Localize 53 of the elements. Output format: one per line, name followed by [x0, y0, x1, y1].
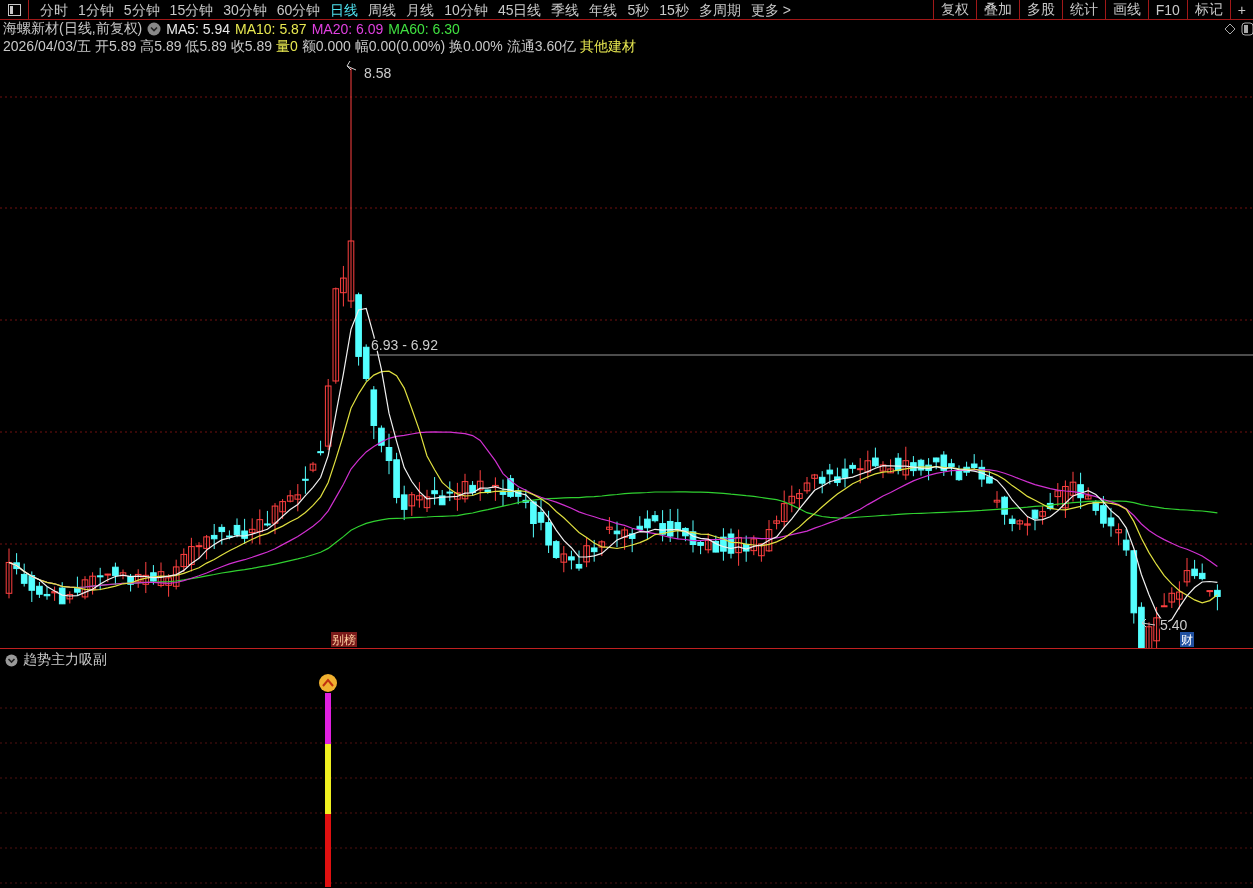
toggle-icon[interactable]	[1241, 22, 1253, 36]
quote-item: 换0.00%	[449, 38, 503, 56]
period-tab[interactable]: 多周期	[693, 0, 746, 19]
quote-item: 量0	[275, 38, 298, 56]
toolbar-button[interactable]: F10	[1147, 0, 1187, 19]
pointer-icon	[346, 60, 357, 71]
period-tab[interactable]: 5分钟	[118, 0, 165, 19]
toolbar-button[interactable]: 统计	[1061, 0, 1105, 19]
quote-item: 额0.000	[301, 38, 351, 56]
quote-item: 流通3.60亿	[506, 38, 577, 56]
period-tab[interactable]: 60分钟	[271, 0, 326, 19]
quote-item: 开5.89	[94, 38, 137, 56]
collapse-icon[interactable]	[5, 653, 18, 667]
quote-item: 高5.89	[140, 38, 182, 56]
period-tab[interactable]: 日线	[325, 0, 364, 19]
period-tab[interactable]: 5秒	[622, 0, 655, 19]
toolbar-button[interactable]: 标记	[1186, 0, 1230, 19]
period-tab[interactable]: 45日线	[492, 0, 547, 19]
ma-value: MA20: 6.09	[311, 21, 384, 37]
period-tab[interactable]: 月线	[401, 0, 440, 19]
high-price-label: 8.58	[364, 65, 392, 81]
panel-toggle-icon[interactable]	[7, 3, 21, 16]
period-tab[interactable]: 10分钟	[439, 0, 493, 19]
quote-item: 幅0.00(0.00%)	[354, 38, 446, 56]
period-tab[interactable]: 年线	[584, 0, 623, 19]
quote-item: 其他建材	[580, 38, 637, 56]
dropdown-icon[interactable]	[147, 22, 162, 36]
period-tab[interactable]: 15秒	[654, 0, 694, 19]
period-tab[interactable]: 周线	[363, 0, 402, 19]
event-marker[interactable]: 别榜	[331, 632, 357, 647]
diamond-icon[interactable]	[1224, 23, 1236, 35]
quote-item: 低5.89	[185, 38, 227, 56]
toolbar-button[interactable]: 画线	[1104, 0, 1148, 19]
period-tab[interactable]: 15分钟	[164, 0, 219, 19]
event-marker[interactable]: 财	[1180, 632, 1194, 647]
period-tab[interactable]: 1分钟	[73, 0, 119, 19]
stock-title: 海螺新材(日线,前复权)	[3, 20, 143, 38]
quote-item: 收5.89	[230, 38, 272, 56]
toolbar-button[interactable]: 复权	[932, 0, 976, 19]
low-price-label: 5.40	[1160, 617, 1188, 633]
pointer-icon	[1141, 618, 1156, 628]
ma-value: MA5: 5.94	[166, 21, 231, 37]
period-tab[interactable]: 30分钟	[218, 0, 272, 19]
ma-value: MA10: 5.87	[235, 21, 307, 37]
toolbar-button[interactable]: +	[1229, 0, 1253, 19]
period-tab[interactable]: 分时	[35, 0, 73, 19]
ma-value: MA60: 6.30	[388, 21, 460, 37]
period-tab[interactable]: 更多 >	[745, 0, 796, 19]
period-tab[interactable]: 季线	[546, 0, 585, 19]
indicator-title: 趋势主力吸副	[23, 651, 107, 669]
toolbar-button[interactable]: 叠加	[975, 0, 1019, 19]
toolbar-button[interactable]: 多股	[1018, 0, 1062, 19]
quote-item: 2026/04/03/五	[3, 38, 91, 56]
